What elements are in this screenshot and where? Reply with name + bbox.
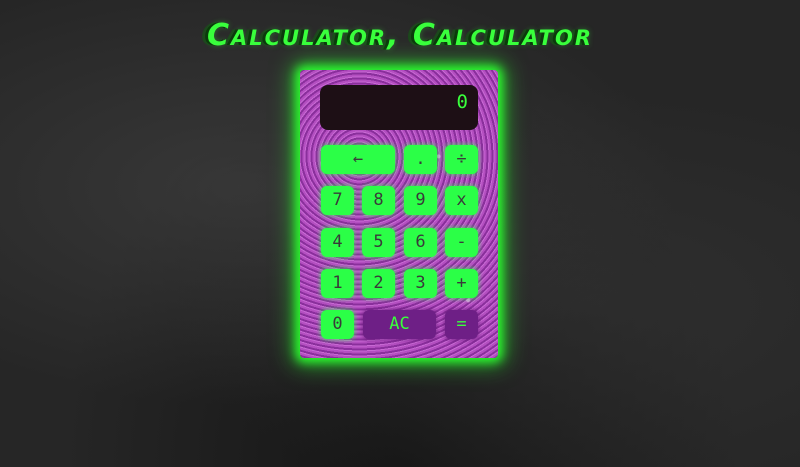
clear-button[interactable]: AC xyxy=(363,310,436,339)
digit-2-button[interactable]: 2 xyxy=(362,269,395,298)
digit-8-button[interactable]: 8 xyxy=(362,186,395,215)
multiply-button[interactable]: x xyxy=(445,186,478,215)
decimal-button[interactable]: . xyxy=(404,145,437,174)
equals-button[interactable]: = xyxy=(445,310,478,339)
add-button[interactable]: + xyxy=(445,269,478,298)
divide-button[interactable]: ÷ xyxy=(445,145,478,174)
digit-7-button[interactable]: 7 xyxy=(321,186,354,215)
digit-4-button[interactable]: 4 xyxy=(321,228,354,257)
digit-9-button[interactable]: 9 xyxy=(404,186,437,215)
page-title: Calculator, Calculator xyxy=(206,18,593,53)
digit-3-button[interactable]: 3 xyxy=(404,269,437,298)
subtract-button[interactable]: - xyxy=(445,228,478,257)
calculator: 0 ← . ÷ 7 8 9 x 4 5 6 - 1 2 3 + 0 AC = xyxy=(300,70,498,358)
calculator-display: 0 xyxy=(320,85,478,130)
digit-1-button[interactable]: 1 xyxy=(321,269,354,298)
digit-6-button[interactable]: 6 xyxy=(404,228,437,257)
digit-5-button[interactable]: 5 xyxy=(362,228,395,257)
backspace-button[interactable]: ← xyxy=(321,145,395,174)
digit-0-button[interactable]: 0 xyxy=(321,310,354,339)
